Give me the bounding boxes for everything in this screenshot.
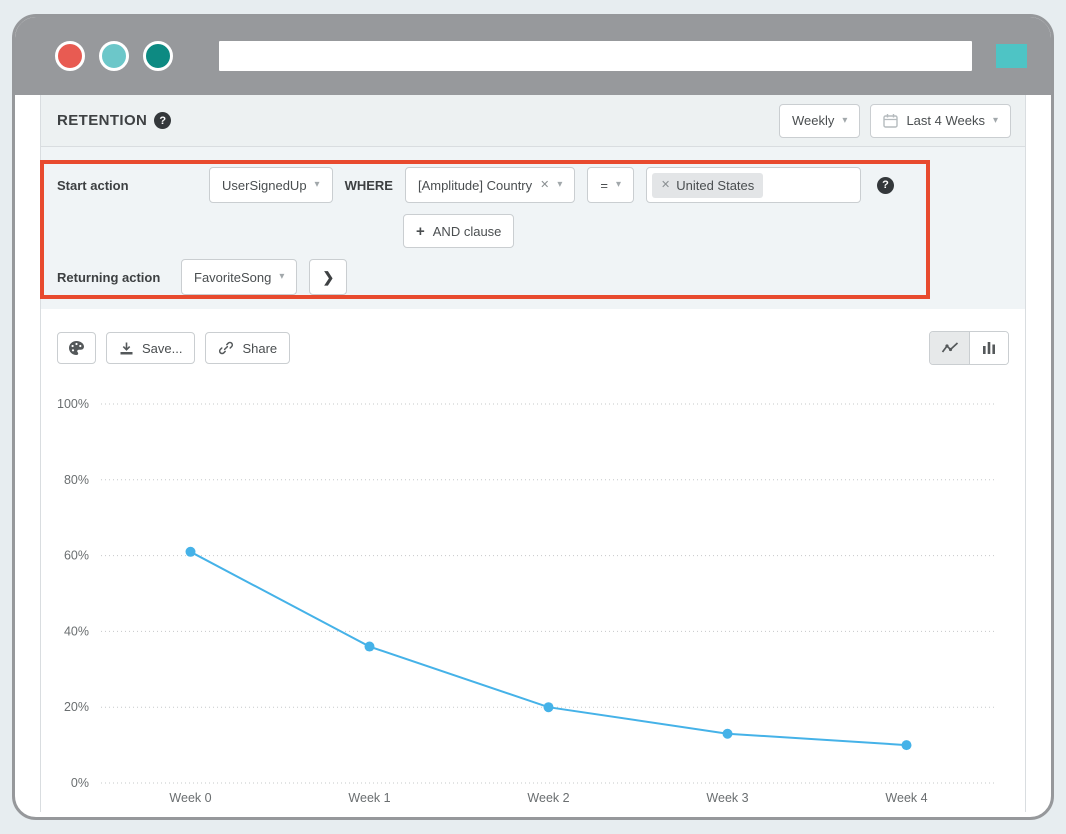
- traffic-light-red-icon[interactable]: [55, 41, 85, 71]
- chevron-down-icon: ▾: [279, 272, 284, 282]
- plus-icon: +: [416, 223, 425, 240]
- operator-value: =: [600, 178, 608, 193]
- filter-value-input[interactable]: ✕ United States: [646, 167, 861, 203]
- bar-chart-icon: [981, 341, 997, 355]
- date-range-dropdown[interactable]: Last 4 Weeks ▾: [870, 104, 1011, 138]
- returning-action-value: FavoriteSong: [194, 270, 271, 285]
- browser-window: RETENTION ? Weekly ▾ Last 4: [12, 14, 1054, 820]
- download-icon: [119, 341, 134, 356]
- x-tick-label: Week 3: [706, 791, 748, 805]
- browser-chrome: [15, 17, 1051, 95]
- start-action-value: UserSignedUp: [222, 178, 307, 193]
- retention-panel: RETENTION ? Weekly ▾ Last 4: [40, 95, 1026, 812]
- filter-chip-label: United States: [676, 178, 754, 193]
- returning-action-label: Returning action: [57, 270, 169, 285]
- series-line: [191, 552, 907, 745]
- data-point[interactable]: [544, 702, 554, 712]
- x-tick-label: Week 0: [169, 791, 211, 805]
- add-and-clause-button[interactable]: + AND clause: [403, 214, 514, 248]
- chart-section: Save... Share: [41, 309, 1025, 813]
- chart-toolbar: Save... Share: [57, 331, 1009, 365]
- filter-value-chip[interactable]: ✕ United States: [652, 173, 763, 198]
- returning-action-dropdown[interactable]: FavoriteSong ▾: [181, 259, 297, 295]
- page-title: RETENTION: [57, 112, 147, 129]
- start-action-row: Start action UserSignedUp ▾ WHERE [Ampli…: [41, 167, 1025, 203]
- granularity-value: Weekly: [792, 113, 834, 128]
- address-bar[interactable]: [219, 41, 972, 71]
- where-label: WHERE: [345, 178, 393, 193]
- x-tick-label: Week 4: [885, 791, 927, 805]
- save-label: Save...: [142, 341, 182, 356]
- operator-dropdown[interactable]: = ▾: [587, 167, 634, 203]
- retention-chart: 0%20%40%60%80%100%Week 0Week 1Week 2Week…: [57, 373, 1009, 813]
- color-palette-button[interactable]: [57, 332, 96, 364]
- query-builder: Start action UserSignedUp ▾ WHERE [Ampli…: [41, 147, 1025, 309]
- save-button[interactable]: Save...: [106, 332, 195, 364]
- chevron-down-icon: ▾: [842, 116, 847, 126]
- panel-header: RETENTION ? Weekly ▾ Last 4: [41, 95, 1025, 147]
- x-tick-label: Week 1: [348, 791, 390, 805]
- retention-series: [186, 547, 912, 750]
- y-tick-label: 60%: [64, 549, 89, 563]
- data-point[interactable]: [186, 547, 196, 557]
- browser-action-button[interactable]: [996, 44, 1027, 68]
- remove-chip-icon[interactable]: ✕: [661, 180, 670, 191]
- line-chart-icon: [941, 341, 959, 355]
- share-label: Share: [242, 341, 277, 356]
- where-help-icon[interactable]: ?: [877, 177, 894, 194]
- link-icon: [218, 340, 234, 356]
- data-point[interactable]: [902, 740, 912, 750]
- y-tick-label: 80%: [64, 473, 89, 487]
- traffic-light-darkteal-icon[interactable]: [143, 41, 173, 71]
- page-body: RETENTION ? Weekly ▾ Last 4: [15, 95, 1051, 817]
- chevron-down-icon: ▾: [616, 180, 621, 190]
- x-tick-label: Week 2: [527, 791, 569, 805]
- granularity-dropdown[interactable]: Weekly ▾: [779, 104, 860, 138]
- and-clause-row: + AND clause: [41, 214, 1025, 248]
- chevron-down-icon: ▾: [993, 116, 998, 126]
- retention-help-icon[interactable]: ?: [154, 112, 171, 129]
- retention-line-chart-svg: 0%20%40%60%80%100%Week 0Week 1Week 2Week…: [57, 373, 1009, 813]
- y-tick-label: 100%: [57, 397, 89, 411]
- bar-chart-toggle[interactable]: [969, 332, 1008, 364]
- data-point[interactable]: [365, 642, 375, 652]
- property-filter-value: [Amplitude] Country: [418, 178, 532, 193]
- data-point[interactable]: [723, 729, 733, 739]
- y-tick-label: 0%: [71, 776, 89, 790]
- chevron-down-icon: ▾: [557, 180, 562, 190]
- x-axis: Week 0 Week 1 Week 2 Week 3 Week 4: [169, 791, 927, 805]
- palette-icon: [68, 340, 85, 356]
- start-action-label: Start action: [57, 178, 197, 193]
- chart-type-toggle: [929, 331, 1009, 365]
- y-tick-label: 40%: [64, 624, 89, 638]
- y-axis: 0% 20% 40% 60% 80% 100%: [57, 397, 996, 790]
- expand-returning-action-button[interactable]: ❯: [309, 259, 347, 295]
- y-tick-label: 20%: [64, 700, 89, 714]
- returning-action-row: Returning action FavoriteSong ▾ ❯: [41, 259, 1025, 295]
- property-filter-dropdown[interactable]: [Amplitude] Country ✕ ▾: [405, 167, 575, 203]
- chevron-right-icon: ❯: [322, 269, 334, 286]
- calendar-icon: [883, 113, 898, 128]
- and-clause-label: AND clause: [433, 224, 502, 239]
- share-button[interactable]: Share: [205, 332, 290, 364]
- traffic-light-teal-icon[interactable]: [99, 41, 129, 71]
- chevron-down-icon: ▾: [315, 180, 320, 190]
- remove-filter-icon[interactable]: ✕: [540, 180, 549, 191]
- start-action-dropdown[interactable]: UserSignedUp ▾: [209, 167, 333, 203]
- date-range-value: Last 4 Weeks: [906, 113, 985, 128]
- line-chart-toggle[interactable]: [930, 332, 969, 364]
